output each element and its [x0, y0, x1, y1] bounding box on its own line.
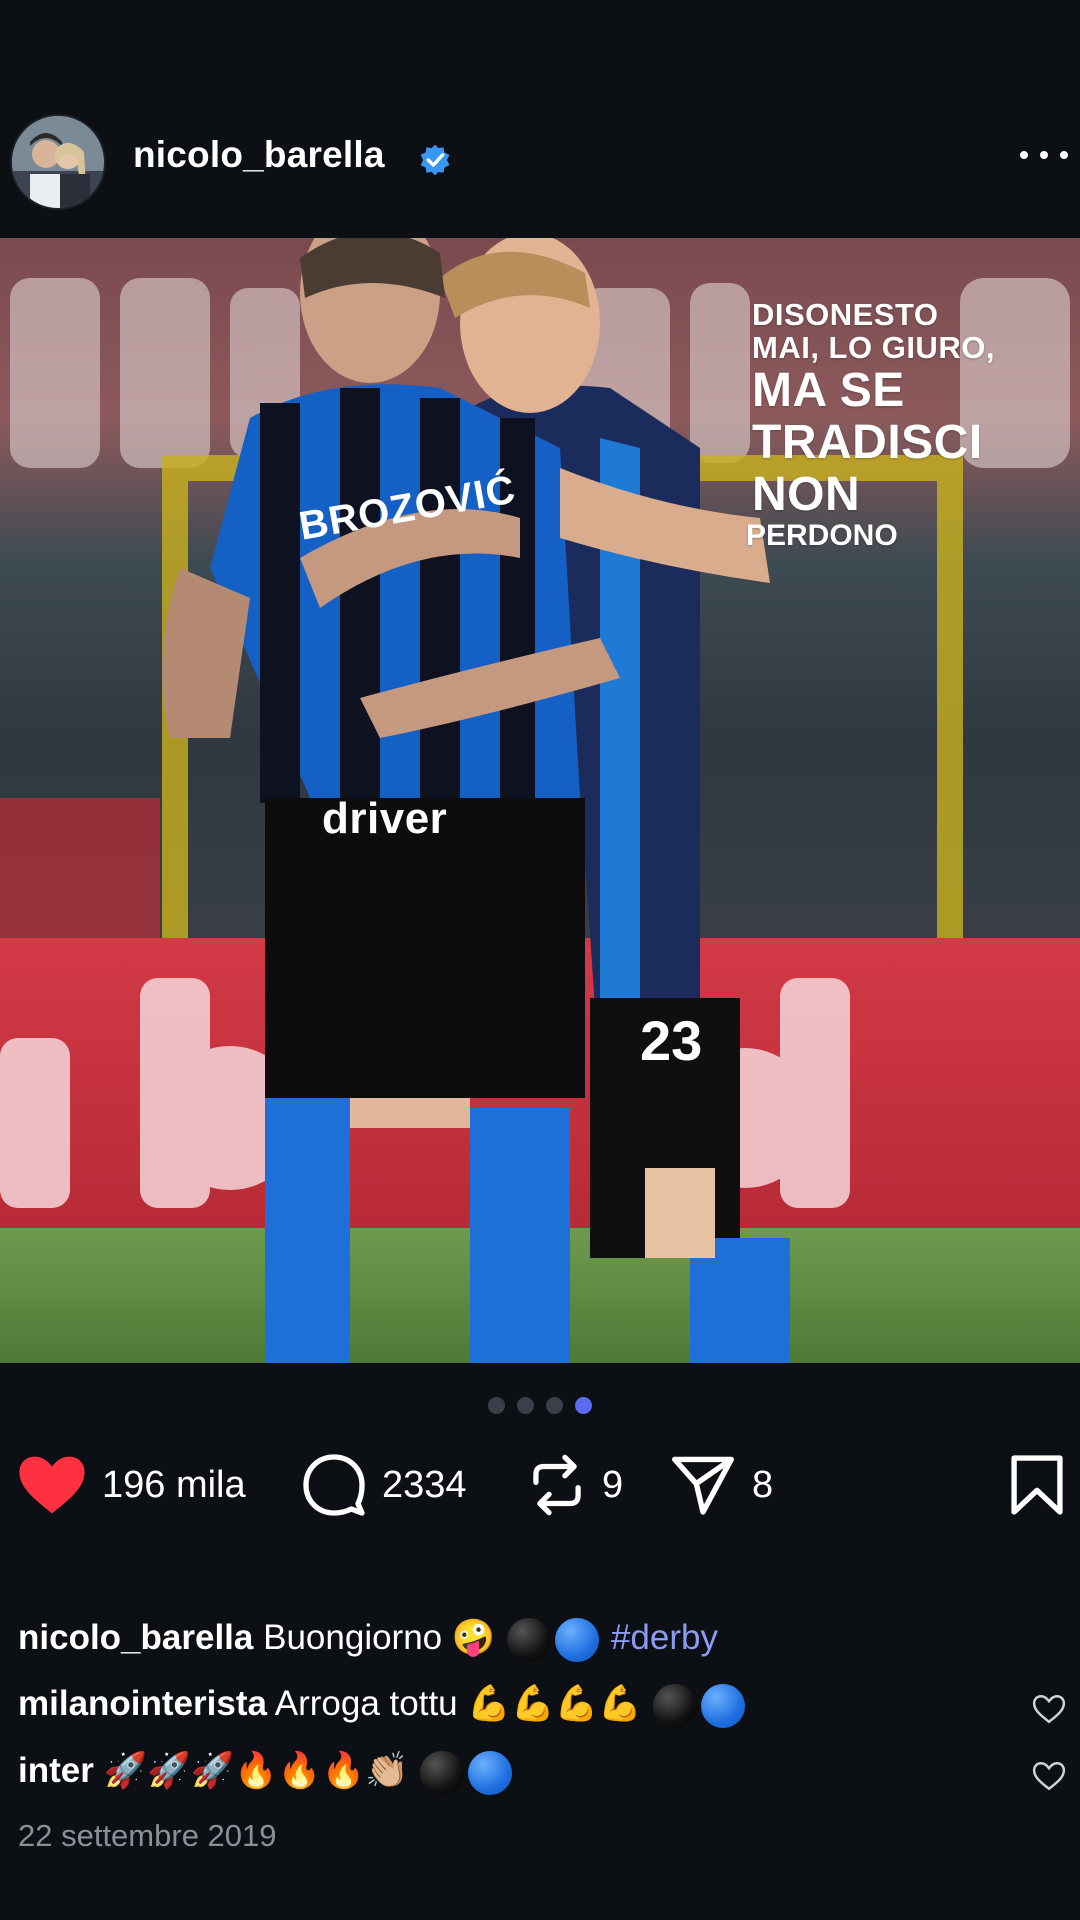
comment-count: 2334	[382, 1463, 467, 1506]
carousel-dot[interactable]	[488, 1397, 505, 1414]
carousel-dot-active[interactable]	[575, 1397, 592, 1414]
black-circle-emoji	[420, 1750, 465, 1795]
caption-emoji: 🤪	[451, 1618, 496, 1658]
like-count: 196 mila	[102, 1463, 246, 1506]
post-photo[interactable]: BROZOVIĆ driver 23 DISONESTO MAI, LO GIU…	[0, 238, 1080, 1363]
heart-filled-icon	[19, 1456, 85, 1514]
overlay-line-4: TRADISCI	[752, 415, 983, 469]
comment-emoji: 💪💪💪💪	[467, 1684, 642, 1724]
black-circle-emoji	[653, 1683, 698, 1728]
post-header: nicolo_barella	[0, 100, 1080, 225]
comment-text: Arroga tottu	[274, 1684, 458, 1723]
more-options-icon[interactable]	[1020, 140, 1068, 170]
caption-row: nicolo_barella Buongiorno 🤪 #derby	[18, 1617, 1018, 1662]
comment-button[interactable]: 2334	[302, 1450, 467, 1520]
repost-count: 9	[602, 1463, 624, 1506]
send-icon	[672, 1456, 734, 1515]
image-overlay-text: DISONESTO MAI, LO GIURO, MA SE TRADISCI …	[746, 297, 1052, 553]
save-button[interactable]	[1010, 1450, 1064, 1520]
carousel-indicator	[0, 1397, 1080, 1414]
comment-icon	[303, 1454, 365, 1516]
overlay-line-6: PERDONO	[746, 519, 898, 553]
bookmark-icon	[1011, 1455, 1063, 1515]
jersey-number-text: 23	[640, 1009, 703, 1072]
comment-like-heart-icon[interactable]	[1032, 1694, 1066, 1724]
comment-username[interactable]: milanointerista	[18, 1684, 267, 1723]
post-author-username[interactable]: nicolo_barella	[133, 134, 385, 176]
overlay-line-3: MA SE	[752, 363, 905, 417]
comment-like-heart-icon[interactable]	[1032, 1761, 1066, 1791]
post-date: 22 settembre 2019	[18, 1818, 277, 1853]
action-bar: 196 mila 2334 9 8	[0, 1450, 1080, 1520]
sponsor-text: driver	[322, 794, 448, 843]
repost-button[interactable]: 9	[528, 1450, 623, 1520]
profile-avatar[interactable]	[12, 116, 104, 208]
share-count: 8	[752, 1463, 774, 1506]
black-circle-emoji	[507, 1617, 552, 1662]
verified-badge-icon	[420, 144, 450, 176]
overlay-line-5: NON	[752, 467, 861, 521]
comment-username[interactable]: inter	[18, 1751, 94, 1790]
caption-text: Buongiorno	[263, 1618, 443, 1657]
comment-emoji: 🚀🚀🚀🔥🔥🔥👏🏼	[103, 1751, 409, 1791]
carousel-dot[interactable]	[546, 1397, 563, 1414]
share-button[interactable]: 8	[670, 1450, 773, 1520]
carousel-dot[interactable]	[517, 1397, 534, 1414]
like-button[interactable]: 196 mila	[18, 1450, 246, 1520]
comment-row: milanointerista Arroga tottu 💪💪💪💪	[18, 1683, 1018, 1728]
comment-row: inter 🚀🚀🚀🔥🔥🔥👏🏼	[18, 1750, 1018, 1795]
caption-username[interactable]: nicolo_barella	[18, 1618, 253, 1657]
hashtag-link[interactable]: #derby	[611, 1618, 718, 1657]
blue-circle-emoji	[701, 1683, 746, 1728]
blue-circle-emoji	[555, 1617, 600, 1662]
repost-icon	[533, 1454, 581, 1516]
overlay-line-1: DISONESTO	[752, 297, 939, 332]
overlay-line-2: MAI, LO GIURO,	[752, 330, 995, 366]
blue-circle-emoji	[468, 1750, 513, 1795]
